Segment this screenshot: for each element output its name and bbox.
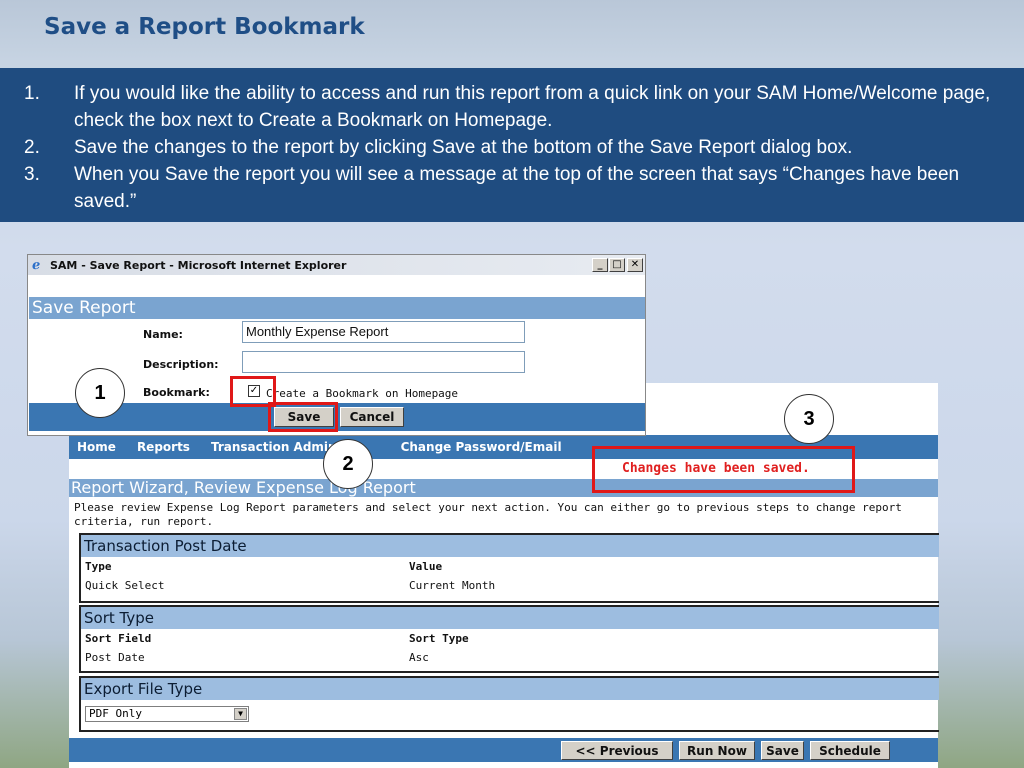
description-label: Description: bbox=[143, 358, 219, 371]
step-text: When you Save the report you will see a … bbox=[74, 164, 960, 212]
schedule-button[interactable]: Schedule bbox=[810, 741, 890, 760]
column-header: Sort Type bbox=[409, 632, 469, 645]
callout-3: 3 bbox=[784, 394, 834, 444]
cell-value: Current Month bbox=[409, 579, 496, 592]
section-transaction-post-date: Transaction Post Date Type Value Quick S… bbox=[79, 533, 939, 603]
instruction-step: 1. If you would like the ability to acce… bbox=[24, 80, 1014, 134]
window-title: SAM - Save Report - Microsoft Internet E… bbox=[50, 258, 347, 272]
export-row: PDF Only ▼ bbox=[81, 700, 939, 730]
section-header-row: Sort Field Sort Type bbox=[81, 629, 939, 648]
maximize-button[interactable]: □ bbox=[609, 258, 625, 272]
window-titlebar: ℯ SAM - Save Report - Microsoft Internet… bbox=[28, 255, 645, 275]
column-header: Value bbox=[409, 560, 443, 573]
step-number: 2. bbox=[24, 137, 40, 158]
name-label: Name: bbox=[143, 328, 183, 341]
select-value: PDF Only bbox=[89, 707, 142, 720]
section-title: Sort Type bbox=[81, 607, 939, 629]
step-number: 1. bbox=[24, 83, 40, 104]
column-header: Sort Field bbox=[85, 632, 152, 645]
section-value-row: Quick Select Current Month bbox=[81, 576, 939, 595]
section-value-row: Post Date Asc bbox=[81, 648, 939, 667]
nav-reports[interactable]: Reports bbox=[137, 440, 190, 454]
section-sort-type: Sort Type Sort Field Sort Type Post Date… bbox=[79, 605, 939, 673]
name-input[interactable]: Monthly Expense Report bbox=[242, 321, 525, 343]
description-input[interactable] bbox=[242, 351, 525, 373]
wizard-save-button[interactable]: Save bbox=[761, 741, 804, 760]
instruction-list: 1. If you would like the ability to acce… bbox=[24, 80, 1014, 215]
wizard-description: Please review Expense Log Report paramet… bbox=[74, 501, 902, 528]
instruction-step: 3. When you Save the report you will see… bbox=[24, 161, 1014, 215]
callout-1: 1 bbox=[75, 368, 125, 418]
save-report-heading: Save Report bbox=[29, 297, 645, 319]
export-type-select[interactable]: PDF Only ▼ bbox=[85, 706, 249, 722]
nav-home[interactable]: Home bbox=[77, 440, 116, 454]
step-text: If you would like the ability to access … bbox=[74, 83, 991, 131]
run-now-button[interactable]: Run Now bbox=[679, 741, 755, 760]
internet-explorer-icon: ℯ bbox=[32, 257, 41, 273]
wizard-button-bar: << Previous Run Now Save Schedule bbox=[69, 738, 938, 762]
step-text: Save the changes to the report by clicki… bbox=[74, 137, 853, 158]
highlight-save-button bbox=[268, 402, 338, 432]
dialog-cancel-button[interactable]: Cancel bbox=[340, 407, 404, 427]
callout-2: 2 bbox=[323, 439, 373, 489]
nav-change-password-email[interactable]: Change Password/Email bbox=[401, 440, 562, 454]
section-header-row: Type Value bbox=[81, 557, 939, 576]
minimize-button[interactable]: _ bbox=[592, 258, 608, 272]
close-button[interactable]: ✕ bbox=[627, 258, 643, 272]
slide-title: Save a Report Bookmark bbox=[44, 14, 365, 40]
instruction-step: 2. Save the changes to the report by cli… bbox=[24, 134, 1014, 161]
section-export-file-type: Export File Type PDF Only ▼ bbox=[79, 676, 939, 732]
column-header: Type bbox=[85, 560, 112, 573]
section-title: Transaction Post Date bbox=[81, 535, 939, 557]
section-title: Export File Type bbox=[81, 678, 939, 700]
cell-value: Post Date bbox=[85, 651, 145, 664]
cell-value: Quick Select bbox=[85, 579, 165, 592]
previous-button[interactable]: << Previous bbox=[561, 741, 673, 760]
instructions-panel: 1. If you would like the ability to acce… bbox=[0, 68, 1024, 222]
cell-value: Asc bbox=[409, 651, 429, 664]
step-number: 3. bbox=[24, 164, 40, 185]
highlight-saved-message bbox=[592, 446, 855, 493]
bookmark-label: Bookmark: bbox=[143, 386, 210, 399]
bookmark-checkbox-label[interactable]: Create a Bookmark on Homepage bbox=[266, 387, 458, 400]
dropdown-arrow-icon[interactable]: ▼ bbox=[234, 708, 247, 720]
